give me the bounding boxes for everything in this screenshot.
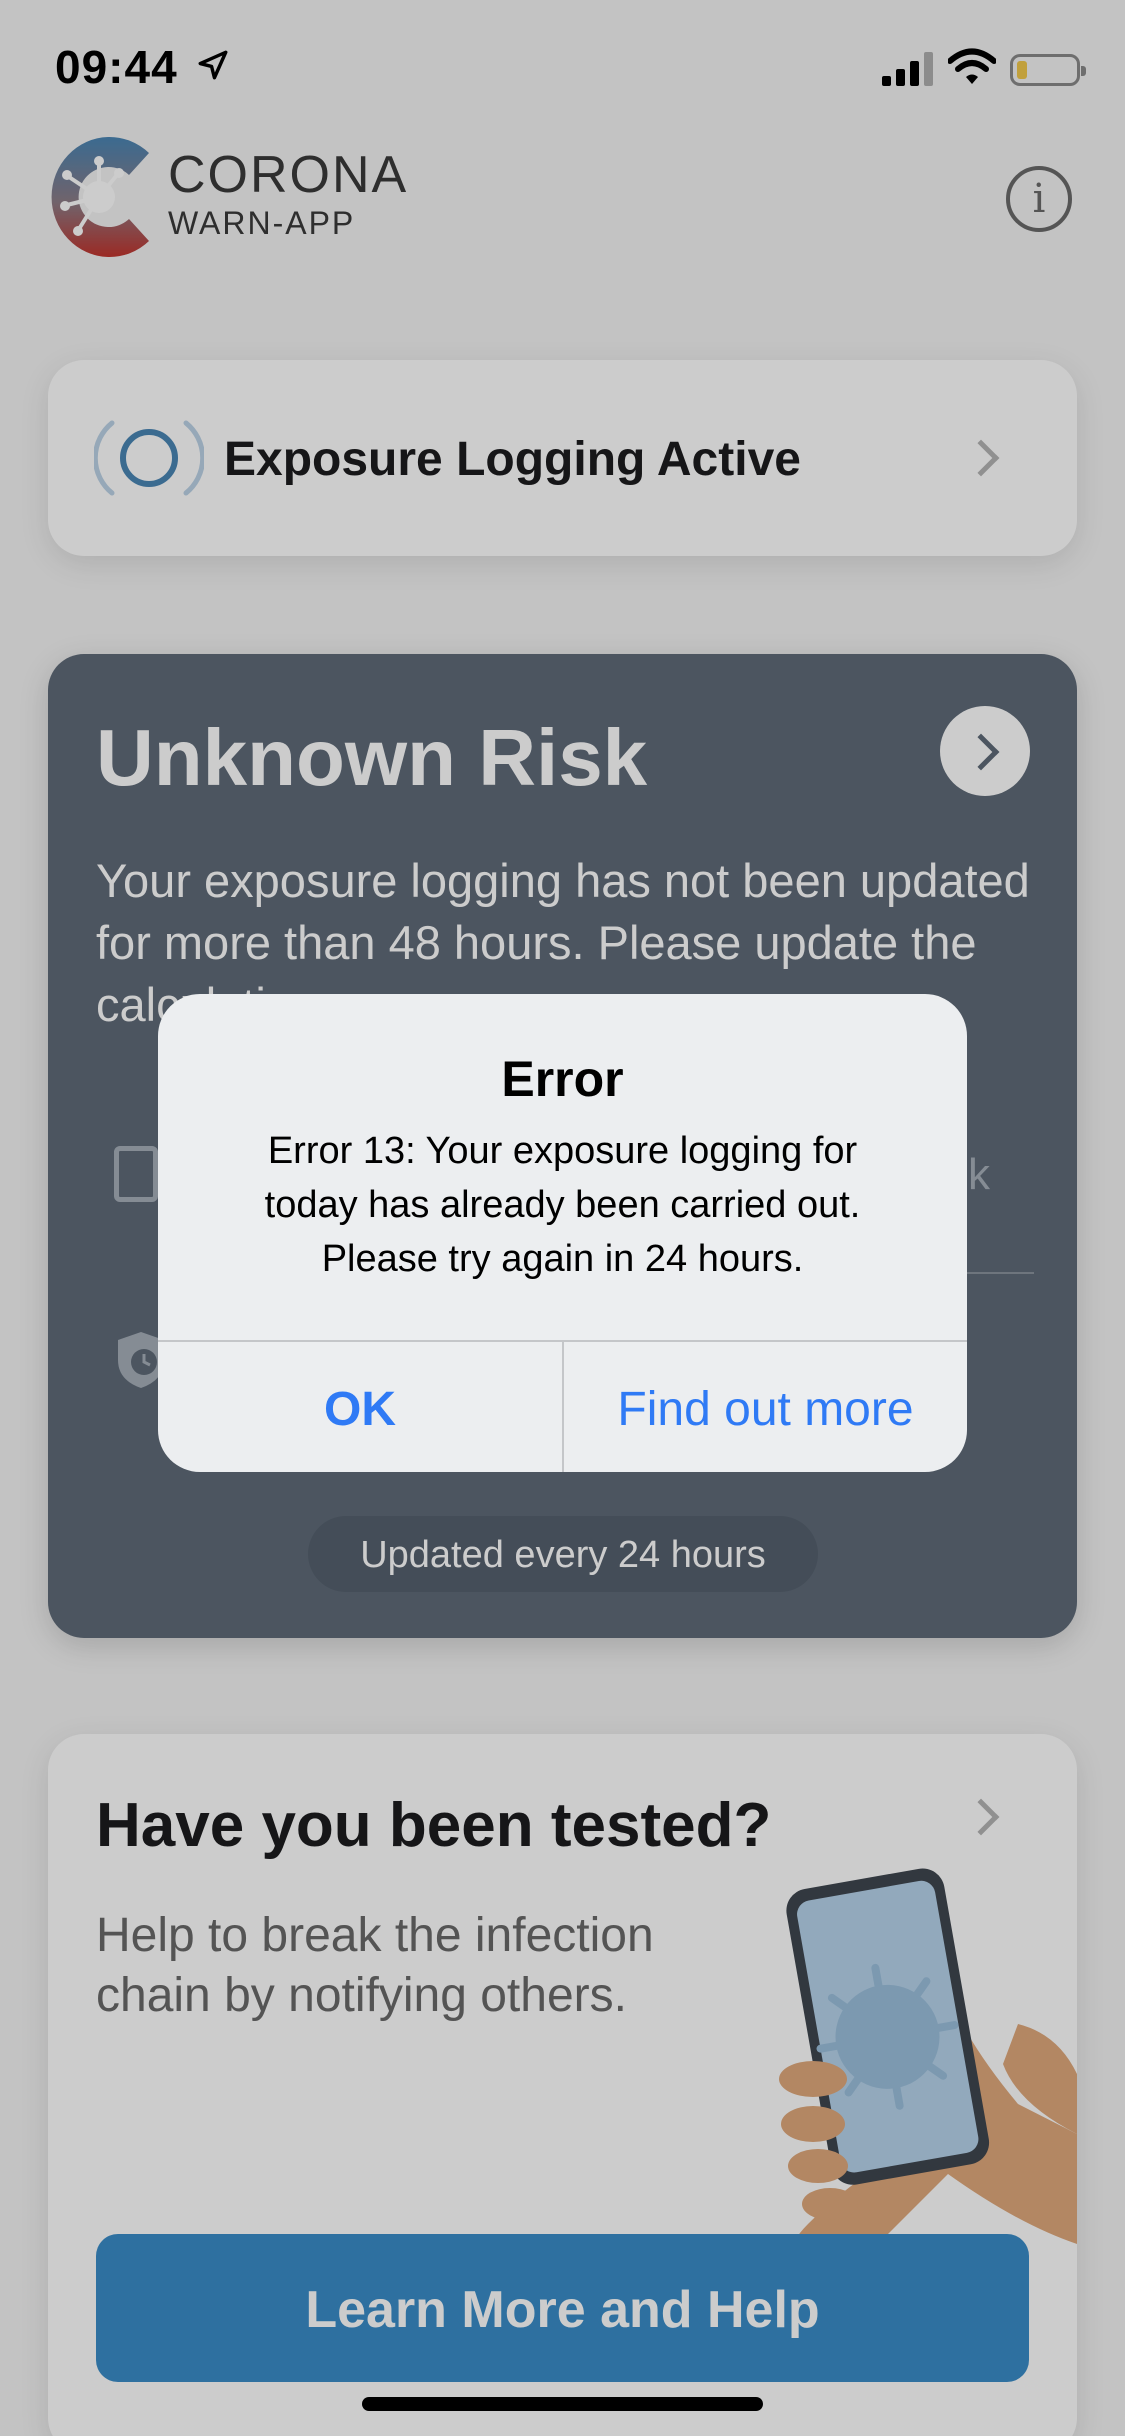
home-indicator[interactable] bbox=[362, 2397, 763, 2411]
alert-title: Error bbox=[501, 1051, 624, 1107]
alert-ok-button[interactable]: OK bbox=[158, 1342, 562, 1472]
alert-find-out-more-label: Find out more bbox=[617, 1383, 914, 1436]
alert-message: Error 13: Your exposure logging for toda… bbox=[264, 1130, 861, 1280]
alert-ok-label: OK bbox=[324, 1383, 396, 1436]
alert-find-out-more-button[interactable]: Find out more bbox=[564, 1342, 967, 1472]
error-alert-dialog: Error Error 13: Your exposure logging fo… bbox=[158, 994, 967, 1472]
app-screen: 09:44 CORONA WARN-APP i Exposure Logging… bbox=[0, 0, 1125, 2436]
